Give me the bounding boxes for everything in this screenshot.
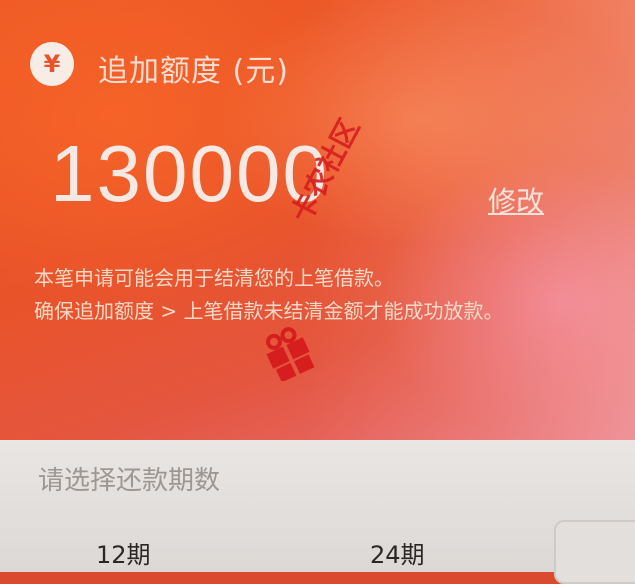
credit-amount: 130000 [50, 129, 329, 218]
repayment-prompt: 请选择还款期数 [38, 466, 221, 496]
yen-icon: ¥ [30, 42, 74, 86]
credit-card-panel: ¥ 追加额度 (元) 130000 修改 本笔申请可能会用于结清您的上笔借款。 … [0, 0, 635, 445]
credit-title: 追加额度 (元) [98, 54, 289, 89]
loan-note-line2: 确保追加额度 > 上笔借款未结清金额才能成功放款。 [34, 299, 504, 323]
repayment-sheet: 请选择还款期数 12期 24期 [0, 440, 635, 572]
loan-note-line1: 本笔申请可能会用于结清您的上笔借款。 [34, 266, 394, 290]
currency-symbol: ¥ [43, 50, 61, 78]
card-highlight [300, 0, 635, 445]
period-option-12[interactable]: 12期 [96, 535, 151, 570]
edit-amount-link[interactable]: 修改 [488, 180, 544, 220]
period-option-24[interactable]: 24期 [370, 535, 425, 570]
period-option-more[interactable] [554, 520, 635, 584]
